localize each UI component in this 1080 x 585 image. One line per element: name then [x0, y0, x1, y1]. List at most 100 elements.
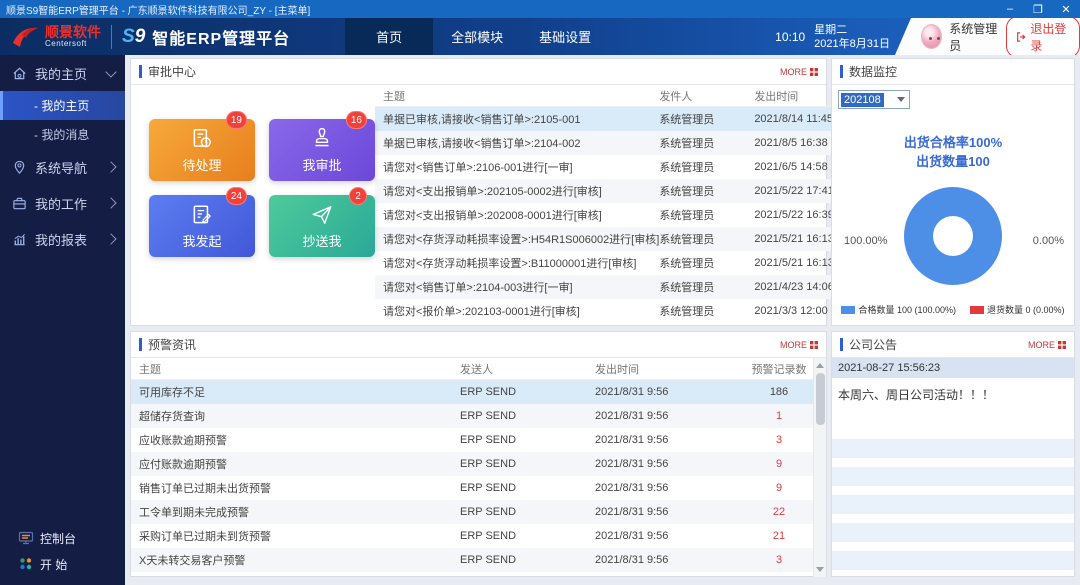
table-row[interactable]: 应收账款逾期预警ERP SEND2021/8/31 9:563 [131, 428, 813, 452]
scroll-up-arrow[interactable] [816, 363, 824, 368]
donut-right-label: 0.00% [1033, 235, 1064, 247]
brand-name-en: Centersoft [45, 39, 101, 48]
table-row[interactable]: 请您对<销售订单>:2104-003进行[一审]系统管理员2021/4/23 1… [375, 275, 862, 299]
sidebar-item-my-reports[interactable]: 我的报表 [0, 221, 125, 257]
chevron-down-icon [897, 97, 905, 102]
window-title: 顺景S9智能ERP管理平台 - 广东顺景软件科技有限公司_ZY - [主菜单] [0, 2, 996, 17]
brand-divider [111, 25, 112, 49]
avatar[interactable] [921, 24, 942, 49]
tab-all-modules[interactable]: 全部模块 [433, 18, 521, 55]
brand-swoosh-icon [10, 23, 40, 51]
sidebar-item-label: 系统导航 [35, 158, 99, 177]
start-grid-icon [18, 556, 34, 572]
tile-my-approvals[interactable]: 16 我审批 [269, 119, 375, 181]
donut-chart [904, 187, 1002, 285]
close-button[interactable]: ✕ [1052, 0, 1080, 18]
table-row[interactable]: 单据已审核,请接收<销售订单>:2104-002系统管理员2021/8/5 16… [375, 131, 862, 155]
tile-initiated-by-me[interactable]: 24 我发起 [149, 195, 255, 257]
paper-plane-icon [310, 203, 334, 227]
approval-more-link[interactable]: MORE [780, 67, 818, 77]
approval-panel-header: 审批中心 MORE [131, 59, 826, 85]
table-row[interactable]: 请您对<报价单>:202103-0001进行[审核]系统管理员2021/3/3 … [375, 299, 862, 323]
approval-table: 主题 发件人 发出时间 单据已审核,请接收<销售订单>:2105-001系统管理… [375, 85, 875, 326]
table-row[interactable]: 可用库存不足ERP SEND2021/8/31 9:56186 [131, 380, 813, 404]
table-row[interactable]: 超储存货查询ERP SEND2021/8/31 9:561 [131, 404, 813, 428]
chevron-right-icon [105, 197, 116, 208]
tile-pending[interactable]: 19 待处理 [149, 119, 255, 181]
announcement-date[interactable]: 2021-08-27 15:56:23 [832, 358, 1074, 378]
empty-row-stripe [832, 467, 1074, 486]
sidebar-item-label: 我的报表 [35, 230, 99, 249]
empty-row-stripe [832, 551, 1074, 570]
tile-label: 我发起 [182, 231, 221, 250]
legend-swatch-blue [841, 306, 855, 314]
sidebar-item-my-home[interactable]: 我的主页 [0, 55, 125, 91]
alerts-panel: 预警资讯 MORE 主题 发送人 发出时间 预警记录数 可用库存不足ERP SE… [130, 331, 827, 577]
sidebar-subitem-my-messages[interactable]: - 我的消息 [0, 120, 125, 149]
legend-swatch-red [970, 306, 984, 314]
brand-logo: 顺景软件 Centersoft [0, 18, 101, 55]
table-row[interactable]: 请您对<存货浮动耗损率设置>:H54R1S006002进行[审核]系统管理员20… [375, 227, 862, 251]
approval-table-header: 主题 发件人 发出时间 [375, 85, 862, 107]
period-value: 202108 [841, 93, 884, 107]
location-pin-icon [12, 160, 27, 175]
app-header: 顺景软件 Centersoft S9 智能ERP管理平台 首页 全部模块 基础设… [0, 18, 1080, 55]
home-icon [12, 66, 27, 81]
stamp-icon [310, 127, 334, 151]
approval-center-panel: 审批中心 MORE 19 待处理 16 我审批 24 [130, 58, 827, 326]
cc-count-badge: 2 [349, 187, 367, 205]
table-row[interactable]: 工令单到期未完成预警ERP SEND2021/8/31 9:5622 [131, 500, 813, 524]
alerts-table: 主题 发送人 发出时间 预警记录数 可用库存不足ERP SEND2021/8/3… [131, 358, 826, 577]
briefcase-icon [12, 196, 27, 211]
table-row[interactable]: 请您对<支出报销单>:202008-0001进行[审核]系统管理员2021/5/… [375, 203, 862, 227]
maximize-button[interactable]: ❐ [1024, 0, 1052, 18]
logout-button[interactable]: 退出登录 [1006, 16, 1080, 58]
period-select[interactable]: 202108 [838, 90, 910, 109]
sidebar-subitem-label: - 我的消息 [34, 126, 89, 143]
logout-icon [1016, 31, 1026, 43]
scroll-thumb[interactable] [816, 373, 825, 425]
table-row[interactable]: X天未转交易客户预警ERP SEND2021/8/31 9:563 [131, 548, 813, 572]
more-grid-icon [810, 341, 818, 349]
main-nav: 首页 全部模块 基础设置 [345, 18, 609, 55]
monitor-panel-header: 数据监控 [832, 59, 1074, 85]
table-row[interactable]: 请您对<存货浮动耗损率设置>:B11000001进行[审核]系统管理员2021/… [375, 251, 862, 275]
sidebar-item-system-nav[interactable]: 系统导航 [0, 149, 125, 185]
table-row[interactable]: 单据已审核,请接收<销售订单>:2105-001系统管理员2021/8/14 1… [375, 107, 862, 131]
doc-clock-icon [190, 127, 214, 151]
username-text: 系统管理员 [949, 20, 999, 54]
more-grid-icon [810, 68, 818, 76]
tile-label: 抄送我 [302, 231, 341, 250]
chevron-right-icon [105, 161, 116, 172]
empty-row-stripe [832, 523, 1074, 542]
legend-qualified: 合格数量 100 (100.00%) [841, 303, 956, 316]
announcements-panel: 公司公告 MORE 2021-08-27 15:56:23 本周六、周日公司活动… [831, 331, 1075, 577]
console-button[interactable]: 控制台 [0, 525, 125, 551]
tab-basic-settings[interactable]: 基础设置 [521, 18, 609, 55]
tile-cc-to-me[interactable]: 2 抄送我 [269, 195, 375, 257]
table-row[interactable]: 请您对<支出报销单>:202105-0002进行[审核]系统管理员2021/5/… [375, 179, 862, 203]
start-button[interactable]: 开 始 [0, 551, 125, 577]
table-row[interactable]: 应付账款逾期预警ERP SEND2021/8/31 9:569 [131, 452, 813, 476]
legend-returned: 退货数量 0 (0.00%) [970, 303, 1065, 316]
weekday-text: 星期二 [814, 23, 890, 37]
alerts-table-scrollbar[interactable] [813, 358, 826, 577]
table-row[interactable]: 请您对<销售订单>:2106-001进行[一审]系统管理员2021/6/5 14… [375, 155, 862, 179]
minimize-button[interactable]: – [996, 0, 1024, 18]
data-monitor-panel: 数据监控 202108 出货合格率100% 出货数量100 100.00% 0.… [831, 58, 1075, 326]
empty-row-stripe [832, 495, 1074, 514]
monitor-panel-title: 数据监控 [849, 63, 897, 80]
chevron-right-icon [105, 233, 116, 244]
title-accent-bar [840, 65, 843, 78]
announcements-more-link[interactable]: MORE [1028, 340, 1066, 350]
table-row[interactable]: 采购订单已过期未到货预警ERP SEND2021/8/31 9:5621 [131, 524, 813, 548]
sidebar-subitem-label: - 我的主页 [34, 97, 89, 114]
sidebar-item-my-work[interactable]: 我的工作 [0, 185, 125, 221]
sidebar-subitem-my-home[interactable]: - 我的主页 [0, 91, 125, 120]
alerts-more-link[interactable]: MORE [780, 340, 818, 350]
announcements-panel-title: 公司公告 [849, 336, 897, 353]
scroll-down-arrow[interactable] [816, 567, 824, 572]
window-titlebar: 顺景S9智能ERP管理平台 - 广东顺景软件科技有限公司_ZY - [主菜单] … [0, 0, 1080, 18]
tab-home[interactable]: 首页 [345, 18, 433, 55]
table-row[interactable]: 销售订单已过期未出货预警ERP SEND2021/8/31 9:569 [131, 476, 813, 500]
